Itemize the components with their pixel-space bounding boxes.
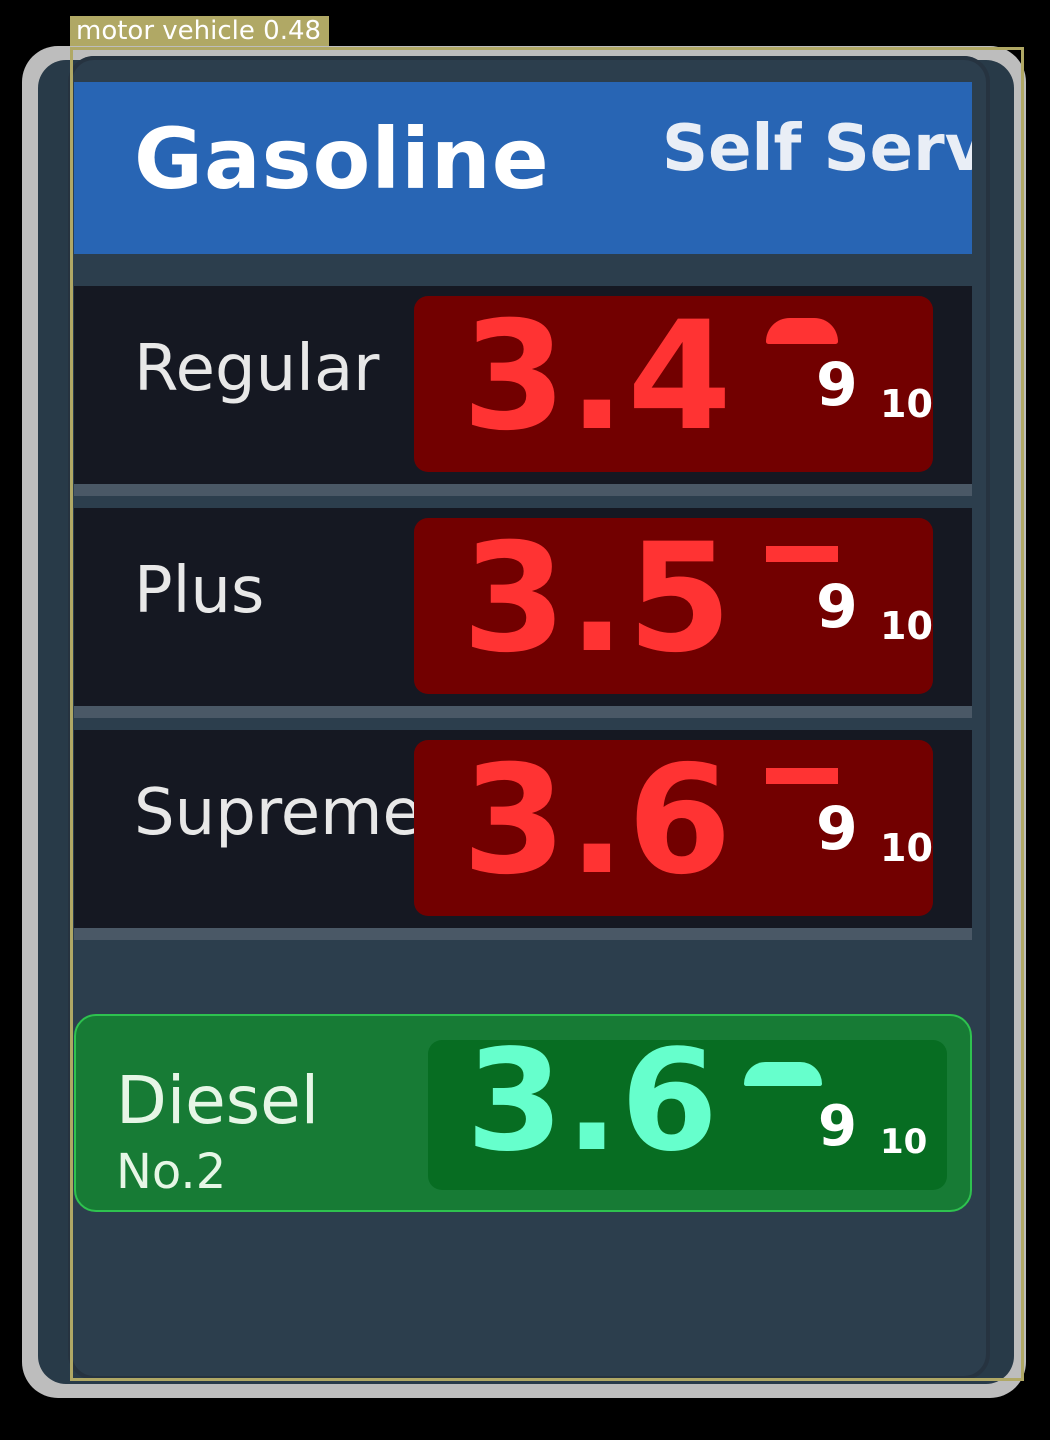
detection-bounding-box: [70, 47, 1024, 1381]
detection-label: motor vehicle 0.48: [70, 16, 330, 46]
